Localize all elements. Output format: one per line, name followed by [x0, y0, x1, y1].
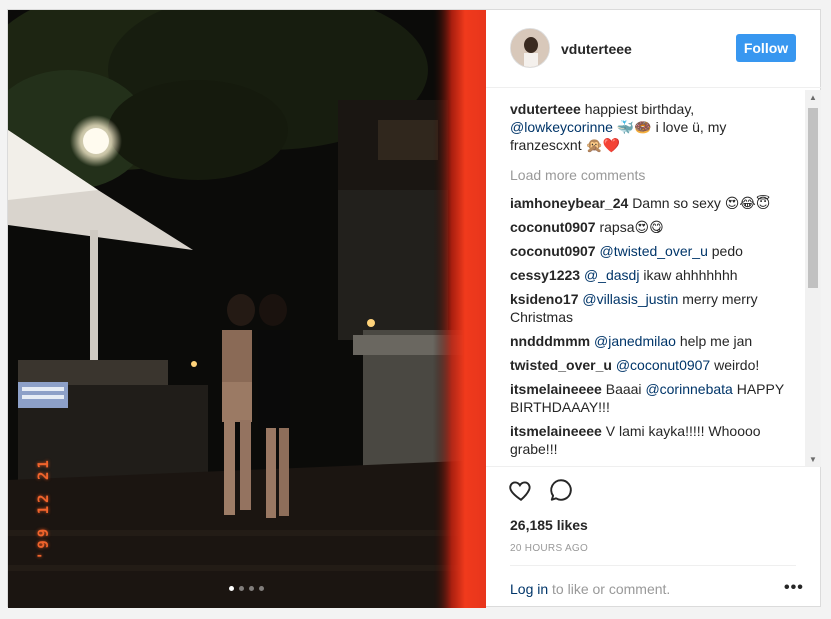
comment-mention[interactable]: @janedmilao	[594, 333, 676, 349]
carousel-dot[interactable]	[249, 586, 254, 591]
comment-icon[interactable]	[548, 477, 574, 503]
post-timestamp[interactable]: 20 HOURS AGO	[510, 543, 588, 554]
login-prompt: Log in to like or comment.	[510, 581, 670, 597]
more-icon[interactable]: •••	[784, 579, 804, 597]
comment-row: iamhoneybear_24 Damn so sexy 😍😂😇	[510, 194, 800, 212]
comment-text: help me jan	[679, 333, 753, 349]
load-more-comments[interactable]: Load more comments	[510, 166, 800, 184]
comment-username[interactable]: coconut0907	[510, 243, 596, 259]
photo-illustration	[8, 10, 486, 608]
comment-username[interactable]: coconut0907	[510, 219, 596, 235]
comment-text: ikaw ahhhhhhh	[643, 267, 738, 283]
comment-row: cessy1223 @_dasdj ikaw ahhhhhhh	[510, 266, 800, 284]
header-username[interactable]: vduterteee	[561, 41, 632, 57]
comment-text: rapsa😍😋	[599, 219, 664, 235]
caption: vduterteee happiest birthday, @lowkeycor…	[510, 100, 800, 154]
carousel-dots	[229, 586, 264, 591]
comment-row: coconut0907 rapsa😍😋	[510, 218, 800, 236]
comment-mention[interactable]: @corinnebata	[645, 381, 732, 397]
comment-username[interactable]: nndddmmm	[510, 333, 590, 349]
likes-count[interactable]: 26,185 likes	[510, 517, 588, 533]
comment-text: weirdo!	[714, 357, 760, 373]
login-prompt-text: to like or comment.	[552, 581, 671, 597]
comment-username[interactable]: cessy1223	[510, 267, 580, 283]
login-link[interactable]: Log in	[510, 581, 548, 597]
caption-mention[interactable]: @lowkeycorinne	[510, 119, 613, 135]
comment-row: itsmelaineeee V lami kayka!!!!! Whoooo g…	[510, 422, 800, 458]
comment-row: itsmelaineeee Baaai @corinnebata HAPPY B…	[510, 380, 800, 416]
carousel-dot[interactable]	[229, 586, 234, 591]
carousel-dot[interactable]	[239, 586, 244, 591]
post-card: '99 12 21 vduterteee Follow vduterteee h…	[7, 9, 821, 608]
comment-text: Baaai	[605, 381, 642, 397]
comments-scrollbar[interactable]: ▲ ▼	[805, 90, 821, 466]
scroll-thumb[interactable]	[808, 108, 818, 288]
caption-text-1: happiest birthday,	[584, 101, 695, 117]
comments-list: vduterteee happiest birthday, @lowkeycor…	[510, 100, 800, 466]
post-sidebar: vduterteee Follow vduterteee happiest bi…	[486, 10, 821, 606]
avatar[interactable]	[510, 28, 550, 68]
comment-text: pedo	[711, 243, 743, 259]
avatar-image	[511, 29, 549, 67]
carousel-dot[interactable]	[259, 586, 264, 591]
caption-username[interactable]: vduterteee	[510, 101, 581, 117]
film-date-stamp: '99 12 21	[36, 457, 52, 560]
comment-row: ksideno17 @villasis_justin merry merry C…	[510, 290, 800, 326]
follow-button[interactable]: Follow	[736, 34, 796, 62]
comment-row: coconut0907 @twisted_over_u pedo	[510, 242, 800, 260]
comment-username[interactable]: iamhoneybear_24	[510, 195, 628, 211]
scroll-up-icon[interactable]: ▲	[805, 90, 821, 104]
comment-mention[interactable]: @_dasdj	[584, 267, 639, 283]
comment-username[interactable]: twisted_over_u	[510, 357, 612, 373]
heart-icon[interactable]	[508, 477, 534, 503]
comment-mention[interactable]: @villasis_justin	[582, 291, 678, 307]
comment-row: twisted_over_u @coconut0907 weirdo!	[510, 356, 800, 374]
comment-mention[interactable]: @coconut0907	[616, 357, 710, 373]
divider	[510, 565, 796, 566]
comment-username[interactable]: itsmelaineeee	[510, 381, 602, 397]
comment-username[interactable]: ksideno17	[510, 291, 578, 307]
scroll-down-icon[interactable]: ▼	[805, 452, 821, 466]
comment-username[interactable]: itsmelaineeee	[510, 423, 602, 439]
post-photo[interactable]: '99 12 21	[8, 10, 486, 608]
post-header: vduterteee Follow	[486, 10, 821, 88]
comment-mention[interactable]: @twisted_over_u	[599, 243, 707, 259]
comment-row: nndddmmm @janedmilao help me jan	[510, 332, 800, 350]
comment-text: Damn so sexy 😍😂😇	[632, 195, 771, 211]
post-actions: 26,185 likes 20 HOURS AGO Log in to like…	[486, 466, 821, 606]
